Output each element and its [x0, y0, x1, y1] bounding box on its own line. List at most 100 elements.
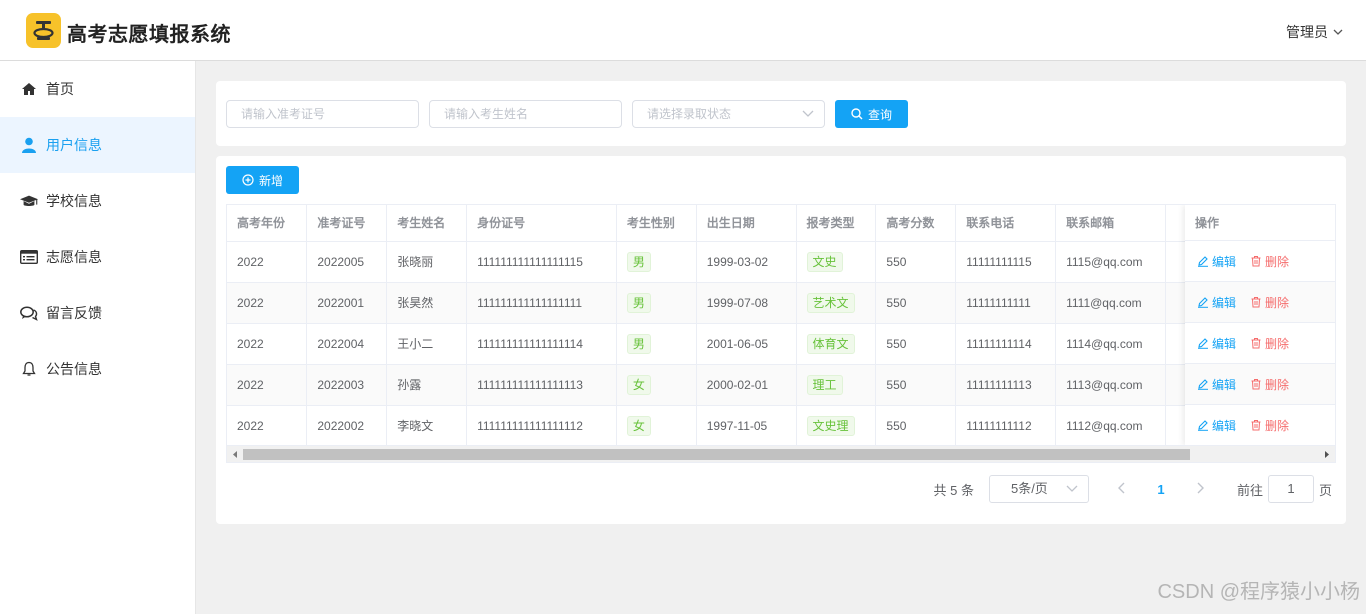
admission-status-select[interactable]: 请选择录取状态: [632, 100, 825, 128]
edit-button[interactable]: 编辑: [1197, 335, 1236, 352]
sidebar-item-users[interactable]: 用户信息: [0, 117, 195, 173]
user-name: 管理员: [1286, 24, 1328, 40]
student-table: 高考年份 准考证号 考生姓名 身份证号 考生性别 出生日期 报考类型 高考分数 …: [227, 205, 1335, 447]
page-size-select[interactable]: 5条/页: [988, 475, 1089, 503]
search-button[interactable]: 查询: [835, 100, 908, 128]
sidebar-item-label: 用户信息: [46, 137, 102, 153]
next-page-button[interactable]: [1185, 482, 1215, 497]
delete-label: 删除: [1265, 254, 1290, 269]
cell-id-no: 111111111111111111: [466, 282, 617, 324]
cell-year: 2022: [227, 323, 308, 365]
sidebar-item-label: 学校信息: [46, 193, 102, 209]
edit-button[interactable]: 编辑: [1197, 417, 1236, 434]
cell-gender: 女: [616, 364, 697, 406]
edit-button[interactable]: 编辑: [1197, 253, 1236, 270]
trash-icon: [1251, 379, 1261, 390]
edit-button[interactable]: 编辑: [1197, 294, 1236, 311]
delete-button[interactable]: 删除: [1250, 253, 1289, 270]
cell-id-no: 111111111111111113: [466, 364, 617, 406]
cell-type: 文史: [796, 241, 877, 283]
sidebar-item-schools[interactable]: 学校信息: [0, 173, 195, 229]
search-panel: 请输入准考证号 请输入考生姓名 请选择录取状态 查询: [216, 81, 1346, 146]
cell-email: 1111@qq.com: [1055, 282, 1166, 324]
row-actions: 编辑 删除: [1185, 405, 1335, 446]
cell-year: 2022: [227, 282, 308, 324]
cell-birth: 2001-06-05: [696, 323, 797, 365]
delete-button[interactable]: 删除: [1250, 417, 1289, 434]
sidebar-item-home[interactable]: 首页: [0, 61, 195, 117]
goto-prefix: 前往: [1236, 482, 1263, 498]
plus-circle-icon: [242, 174, 254, 186]
graduation-cap-icon: [20, 192, 38, 210]
delete-label: 删除: [1265, 377, 1290, 392]
chevron-down-icon: [1066, 485, 1078, 492]
cell-exam-no: 2022002: [306, 405, 388, 447]
edit-button[interactable]: 编辑: [1197, 376, 1236, 393]
cell-year: 2022: [227, 241, 308, 283]
column-header: 考生姓名: [386, 205, 468, 242]
gender-tag: 男: [626, 292, 651, 313]
row-actions: 编辑 删除: [1185, 241, 1335, 282]
delete-label: 删除: [1265, 418, 1290, 433]
add-button[interactable]: 新增: [226, 166, 299, 194]
table-row[interactable]: 2022 2022004 王小二 111111111111111114 男 20…: [227, 323, 1335, 365]
cell-id-no: 111111111111111114: [466, 323, 617, 365]
sidebar-item-label: 首页: [46, 81, 74, 97]
sidebar-item-notices[interactable]: 公告信息: [0, 341, 195, 397]
table-row[interactable]: 2022 2022002 李晓文 111111111111111112 女 19…: [227, 405, 1335, 447]
cell-phone: 11111111111: [955, 282, 1057, 324]
table-panel: 新增 高考年份 准考证号 考生姓名 身份证号 考生性别 出生日期 报考类型 高考…: [216, 156, 1346, 524]
trash-icon: [1251, 338, 1261, 349]
table-row[interactable]: 2022 2022003 孙露 111111111111111113 女 200…: [227, 364, 1335, 406]
cell-id-no: 111111111111111115: [466, 241, 617, 283]
delete-button[interactable]: 删除: [1250, 335, 1289, 352]
column-header: 考生性别: [616, 205, 697, 242]
cell-gender: 女: [616, 405, 697, 447]
goto-suffix: 页: [1318, 482, 1332, 498]
column-header: 出生日期: [696, 205, 797, 242]
type-tag: 艺术文: [806, 292, 855, 313]
cell-score: 550: [875, 282, 957, 324]
cell-id-no: 111111111111111112: [466, 405, 617, 447]
edit-label: 编辑: [1212, 418, 1237, 433]
exam-number-input[interactable]: 请输入准考证号: [226, 100, 419, 128]
cell-type: 文史理: [796, 405, 877, 447]
delete-label: 删除: [1265, 336, 1290, 351]
prev-page-button[interactable]: [1107, 482, 1137, 497]
edit-label: 编辑: [1212, 254, 1237, 269]
cell-exam-no: 2022001: [306, 282, 388, 324]
horizontal-scrollbar[interactable]: [227, 445, 1335, 462]
student-name-input[interactable]: 请输入考生姓名: [429, 100, 622, 128]
column-header: 联系邮箱: [1055, 205, 1166, 242]
goto-page-input[interactable]: 1: [1267, 475, 1314, 503]
page-number-current[interactable]: 1: [1137, 482, 1185, 497]
sidebar-item-feedback[interactable]: 留言反馈: [0, 285, 195, 341]
column-header: 联系电话: [955, 205, 1057, 242]
cell-exam-no: 2022004: [306, 323, 388, 365]
scroll-left-icon[interactable]: [231, 450, 239, 459]
cell-type: 理工: [796, 364, 877, 406]
page-size-value: 5条/页: [1010, 481, 1048, 496]
scrollbar-thumb[interactable]: [243, 449, 1190, 460]
home-icon: [20, 80, 38, 98]
pagination-total: 共 5 条: [933, 482, 974, 498]
trash-icon: [1251, 297, 1261, 308]
cell-gender: 男: [616, 282, 697, 324]
app-logo-icon: [26, 13, 61, 48]
add-button-label: 新增: [258, 173, 283, 188]
sidebar-item-wishes[interactable]: 志愿信息: [0, 229, 195, 285]
list-card-icon: [20, 248, 38, 266]
column-header-actions: 操作: [1185, 205, 1335, 241]
type-tag: 体育文: [806, 333, 855, 354]
edit-icon: [1198, 379, 1208, 390]
search-button-label: 查询: [867, 107, 892, 122]
user-menu[interactable]: 管理员: [1286, 22, 1344, 42]
table-row[interactable]: 2022 2022005 张晓丽 111111111111111115 男 19…: [227, 241, 1335, 283]
table-header-row: 高考年份 准考证号 考生姓名 身份证号 考生性别 出生日期 报考类型 高考分数 …: [227, 205, 1335, 242]
scroll-right-icon[interactable]: [1323, 450, 1331, 459]
page-jumper: 前往 1 页: [1237, 475, 1332, 503]
cell-name: 张昊然: [386, 282, 468, 324]
delete-button[interactable]: 删除: [1250, 376, 1289, 393]
delete-button[interactable]: 删除: [1250, 294, 1289, 311]
table-row[interactable]: 2022 2022001 张昊然 111111111111111111 男 19…: [227, 282, 1335, 324]
